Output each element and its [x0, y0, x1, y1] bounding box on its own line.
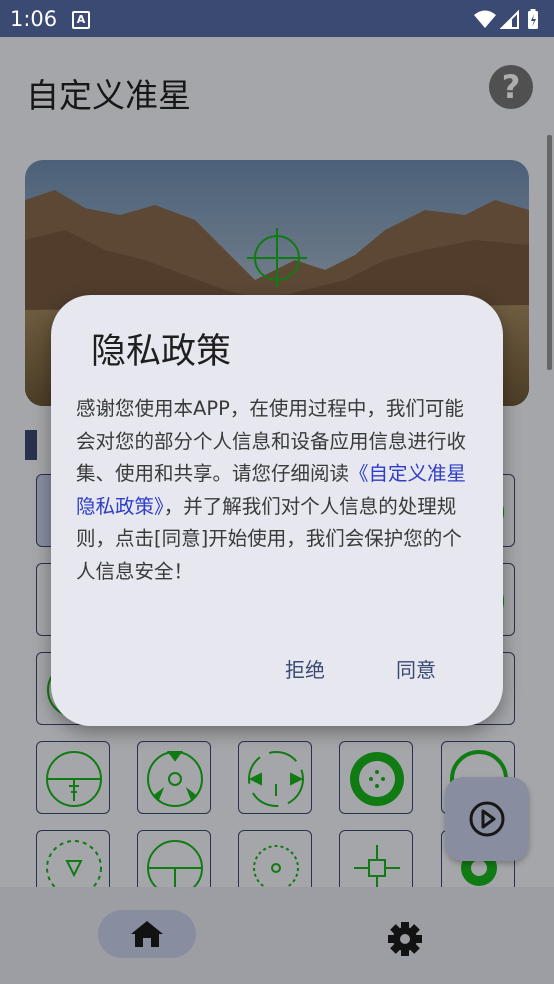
decline-button[interactable]: 拒绝 — [285, 654, 325, 683]
agree-button[interactable]: 同意 — [396, 654, 436, 683]
scrollbar[interactable] — [547, 135, 552, 370]
dialog-message: 感谢您使用本APP，在使用过程中，我们可能会对您的部分个人信息和设备应用信息进行… — [76, 393, 481, 588]
dialog-title: 隐私政策 — [91, 332, 232, 372]
privacy-dialog: 隐私政策 感谢您使用本APP，在使用过程中，我们可能会对您的部分个人信息和设备应… — [51, 295, 503, 726]
